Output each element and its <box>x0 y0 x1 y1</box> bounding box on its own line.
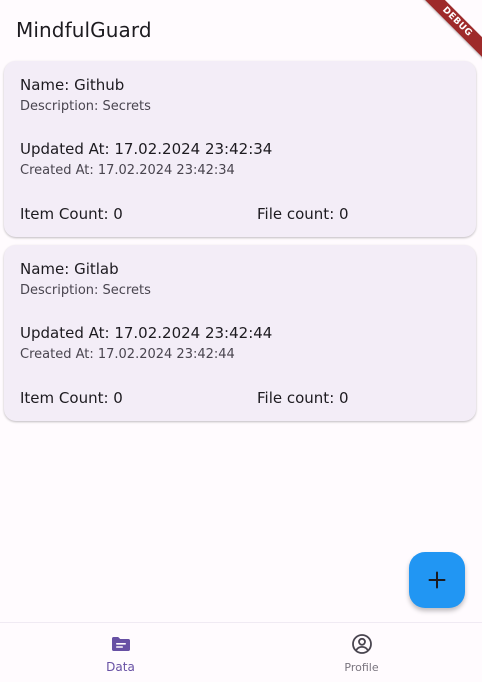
app-bar: MindfulGuard <box>0 0 482 60</box>
bottom-navigation: Data Profile <box>0 622 482 681</box>
vault-list: Name: Github Description: Secrets Update… <box>4 61 476 429</box>
vault-item-count: Item Count: 0 <box>20 389 123 407</box>
add-vault-button[interactable] <box>409 552 465 608</box>
nav-label-profile: Profile <box>344 661 379 674</box>
vault-created-at: Created At: 17.02.2024 23:42:34 <box>20 163 235 178</box>
vault-description: Description: Secrets <box>20 283 151 298</box>
vault-description: Description: Secrets <box>20 99 151 114</box>
vault-file-count: File count: 0 <box>257 205 349 223</box>
vault-card[interactable]: Name: Gitlab Description: Secrets Update… <box>4 245 476 421</box>
vault-card[interactable]: Name: Github Description: Secrets Update… <box>4 61 476 237</box>
vault-name: Name: Github <box>20 76 125 94</box>
vault-name: Name: Gitlab <box>20 260 119 278</box>
vault-item-count: Item Count: 0 <box>20 205 123 223</box>
nav-label-data: Data <box>106 660 135 674</box>
vault-updated-at: Updated At: 17.02.2024 23:42:44 <box>20 324 273 342</box>
account-circle-icon <box>351 634 372 654</box>
vault-file-count: File count: 0 <box>257 389 349 407</box>
folder-icon <box>111 637 130 651</box>
vault-created-at: Created At: 17.02.2024 23:42:44 <box>20 347 235 362</box>
app-title: MindfulGuard <box>16 18 152 42</box>
plus-icon <box>428 571 446 589</box>
nav-item-data[interactable]: Data <box>0 623 241 682</box>
nav-item-profile[interactable]: Profile <box>241 623 482 682</box>
vault-updated-at: Updated At: 17.02.2024 23:42:34 <box>20 140 273 158</box>
